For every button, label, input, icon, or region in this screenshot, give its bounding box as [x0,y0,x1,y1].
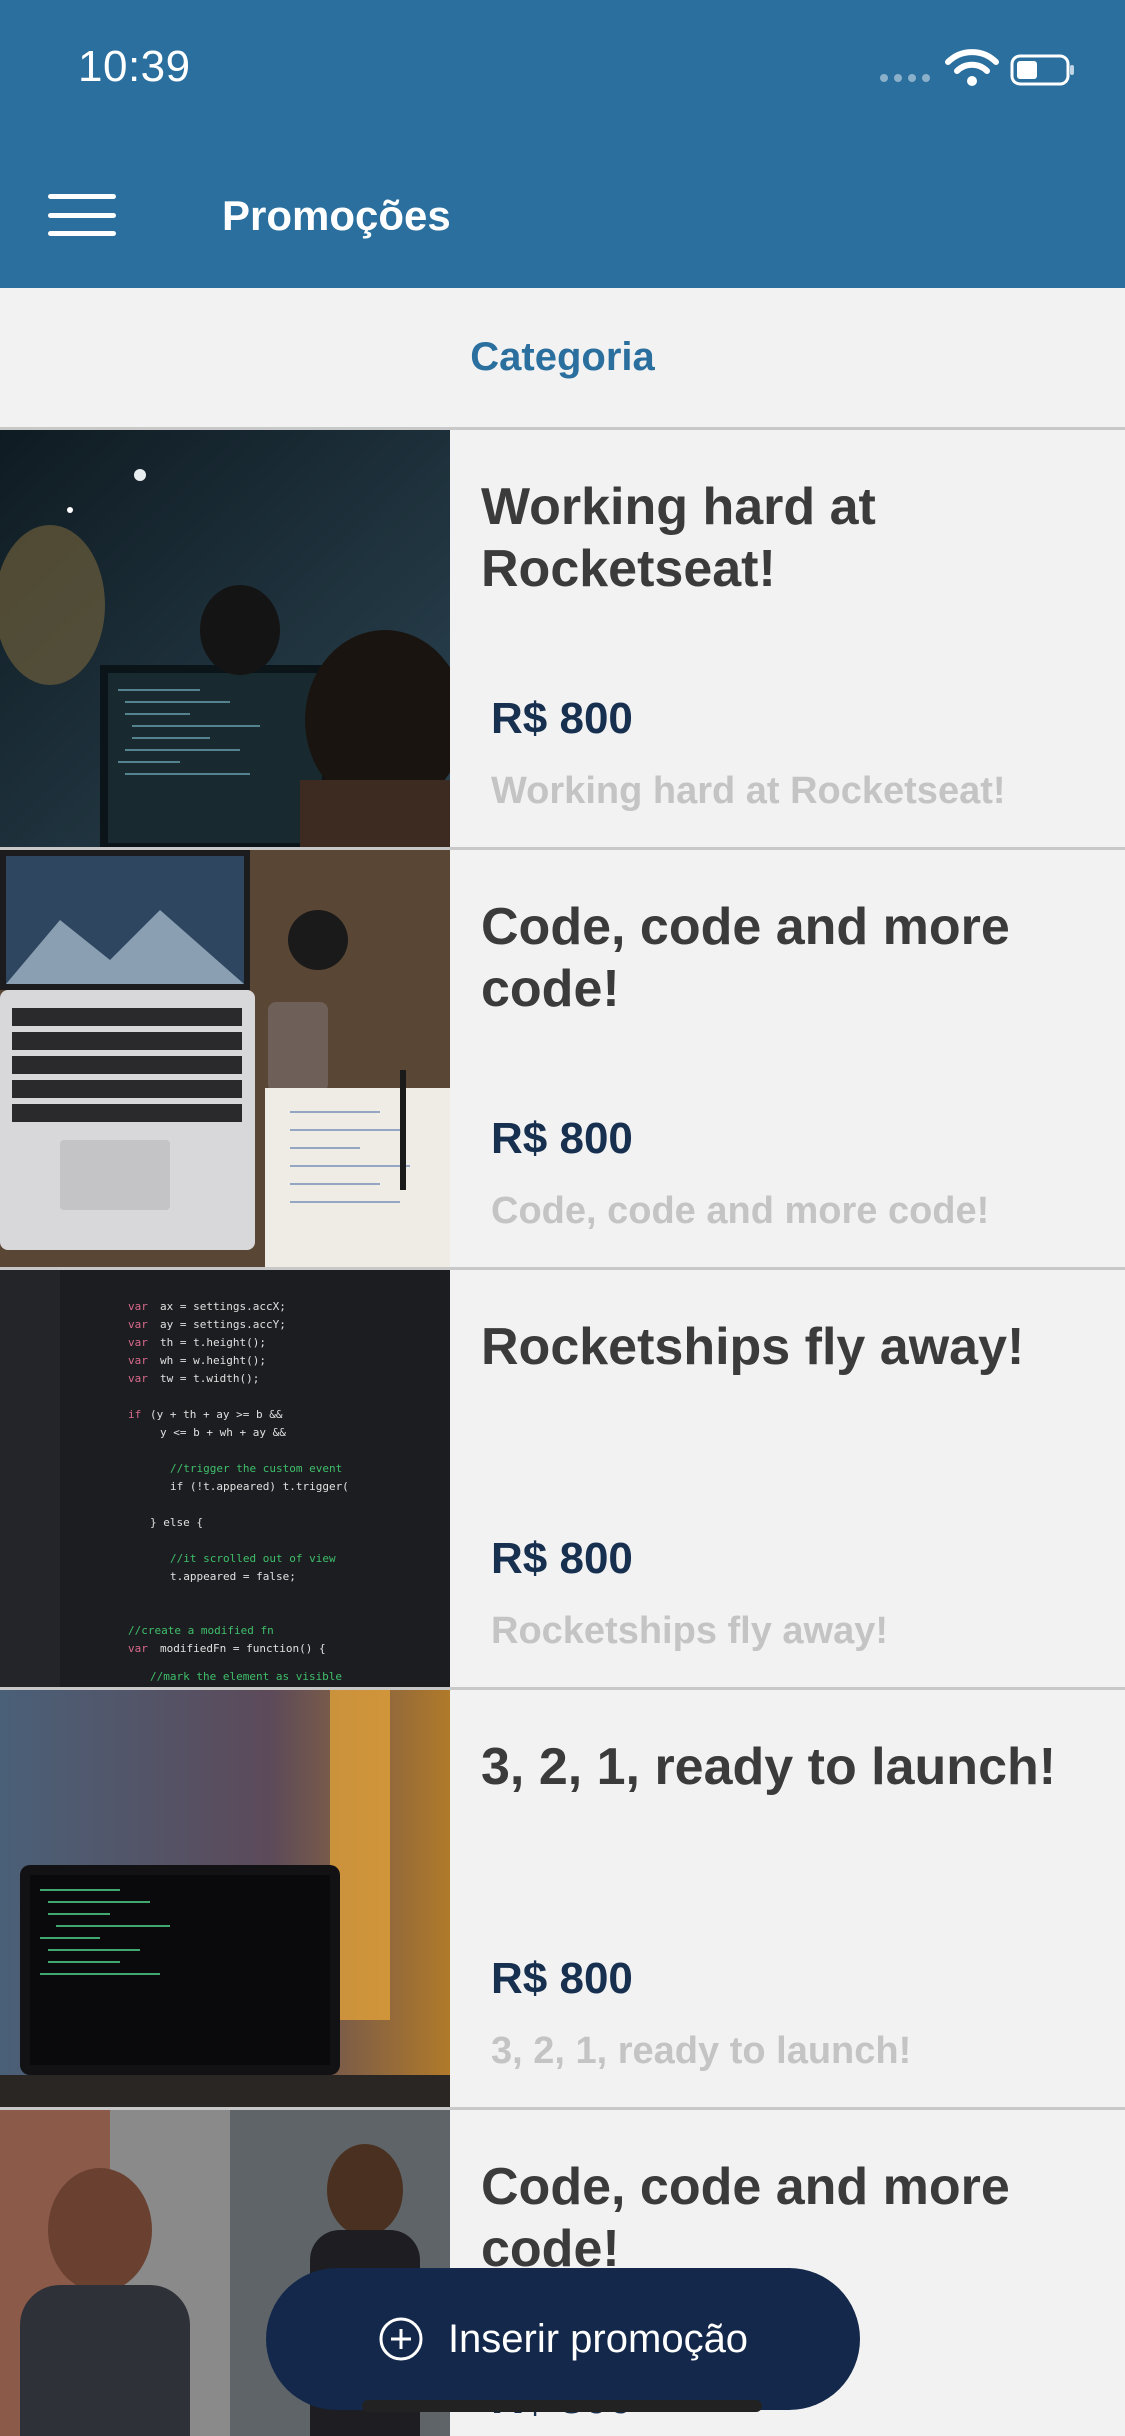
plus-circle-icon [379,2317,423,2361]
item-title: Code, code and more code! [481,898,1010,1018]
svg-text:t.appeared = false;: t.appeared = false; [170,1570,296,1583]
status-time: 10:39 [78,42,191,91]
svg-text://it scrolled out of view: //it scrolled out of view [170,1552,336,1565]
svg-text:tw = t.width();: tw = t.width(); [160,1372,259,1385]
item-title: 3, 2, 1, ready to launch! [481,1738,1057,1796]
item-description: Working hard at Rocketseat! [491,770,1006,812]
svg-text:var: var [128,1642,148,1655]
svg-text:ay = settings.accY;: ay = settings.accY; [160,1318,286,1331]
item-image [0,430,450,847]
promotion-list: Working hard at Rocketseat! R$ 800 Worki… [0,430,1125,2436]
svg-text:modifiedFn = function() {: modifiedFn = function() { [160,1642,326,1655]
svg-text:var: var [128,1372,148,1385]
battery-icon [1010,54,1074,86]
item-price: R$ 800 [491,1954,633,2003]
signal-icon [880,74,930,82]
item-description: Code, code and more code! [491,1190,990,1232]
list-item[interactable]: Code, code and more code! R$ 800 Code, c… [0,850,1125,1270]
category-label[interactable]: Categoria [470,335,655,380]
svg-text:wh = w.height();: wh = w.height(); [160,1354,266,1367]
svg-text:if: if [128,1408,141,1421]
page-title: Promoções [222,192,451,239]
app-header: 10:39 Promoções [0,0,1125,288]
svg-text:(y + th + ay >= b &&: (y + th + ay >= b && [150,1408,283,1421]
svg-text:if (!t.appeared) t.trigger(: if (!t.appeared) t.trigger( [170,1480,349,1493]
svg-text:th = t.height();: th = t.height(); [160,1336,266,1349]
item-price: R$ 800 [491,1114,633,1163]
svg-text:} else {: } else { [150,1516,203,1529]
item-description: 3, 2, 1, ready to launch! [491,2030,912,2072]
item-title: Code, code and more code! [481,2158,1010,2278]
list-item[interactable]: Working hard at Rocketseat! R$ 800 Worki… [0,430,1125,850]
item-price: R$ 800 [491,1534,633,1583]
svg-text:var: var [128,1318,148,1331]
item-image: var ax = settings.accX; var ay = settings.… [0,1270,450,1687]
svg-text:var: var [128,1336,148,1349]
svg-text://trigger the custom event: //trigger the custom event [170,1462,342,1475]
item-price: R$ 800 [491,694,633,743]
category-filter[interactable]: Categoria [0,288,1125,430]
wifi-icon [945,49,999,86]
item-image [0,1690,450,2107]
insert-promotion-label: Inserir promoção [447,2316,749,2361]
svg-text://mark the element as visible: //mark the element as visible [150,1670,342,1683]
list-item[interactable]: var ax = settings.accX; var ay = settings.… [0,1270,1125,1690]
insert-promotion-button[interactable]: Inserir promoção [266,2268,860,2410]
svg-text:ax = settings.accX;: ax = settings.accX; [160,1300,286,1313]
hamburger-menu-icon[interactable] [48,194,116,236]
item-title: Working hard at Rocketseat! [481,478,876,598]
item-image [0,850,450,1267]
home-indicator[interactable] [362,2400,762,2412]
svg-text:var: var [128,1300,148,1313]
item-description: Rocketships fly away! [491,1610,889,1652]
svg-text://create a modified fn: //create a modified fn [128,1624,274,1637]
svg-text:var: var [128,1354,148,1367]
svg-text:y <= b + wh + ay &&: y <= b + wh + ay && [160,1426,286,1439]
list-item[interactable]: 3, 2, 1, ready to launch! R$ 800 3, 2, 1… [0,1690,1125,2110]
item-title: Rocketships fly away! [481,1318,1025,1376]
